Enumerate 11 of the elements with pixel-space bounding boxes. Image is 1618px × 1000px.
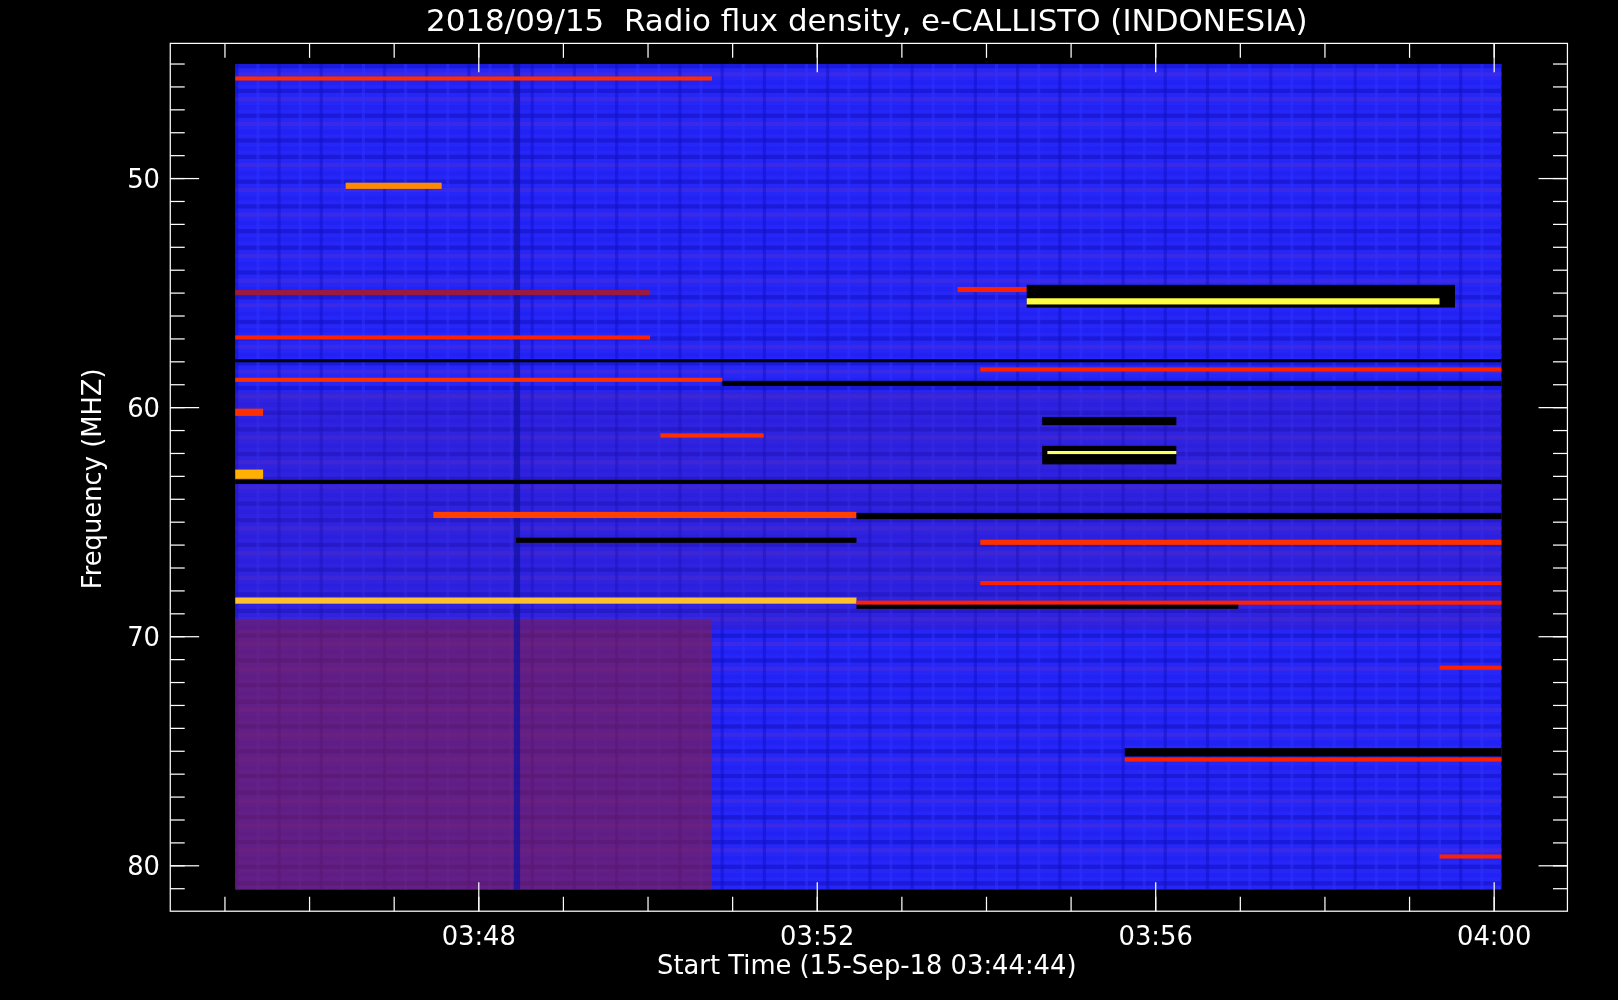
tick-label: 03:48	[441, 921, 516, 952]
tick-label: 60	[127, 392, 160, 423]
tick-label: 03:52	[780, 921, 855, 952]
plot-title: 2018/09/15 Radio flux density, e-CALLISTO (INDONESIA)	[426, 2, 1308, 38]
tick-label: 04:00	[1457, 921, 1532, 952]
tick-label: 70	[127, 622, 160, 652]
tick-label: 80	[127, 851, 160, 882]
tick-label: 50	[127, 163, 160, 194]
axis-label: Frequency (MHZ)	[77, 368, 108, 590]
axis-label: Start Time (15-Sep-18 03:44:44)	[657, 950, 1077, 981]
tick-label: 03:56	[1118, 921, 1193, 952]
